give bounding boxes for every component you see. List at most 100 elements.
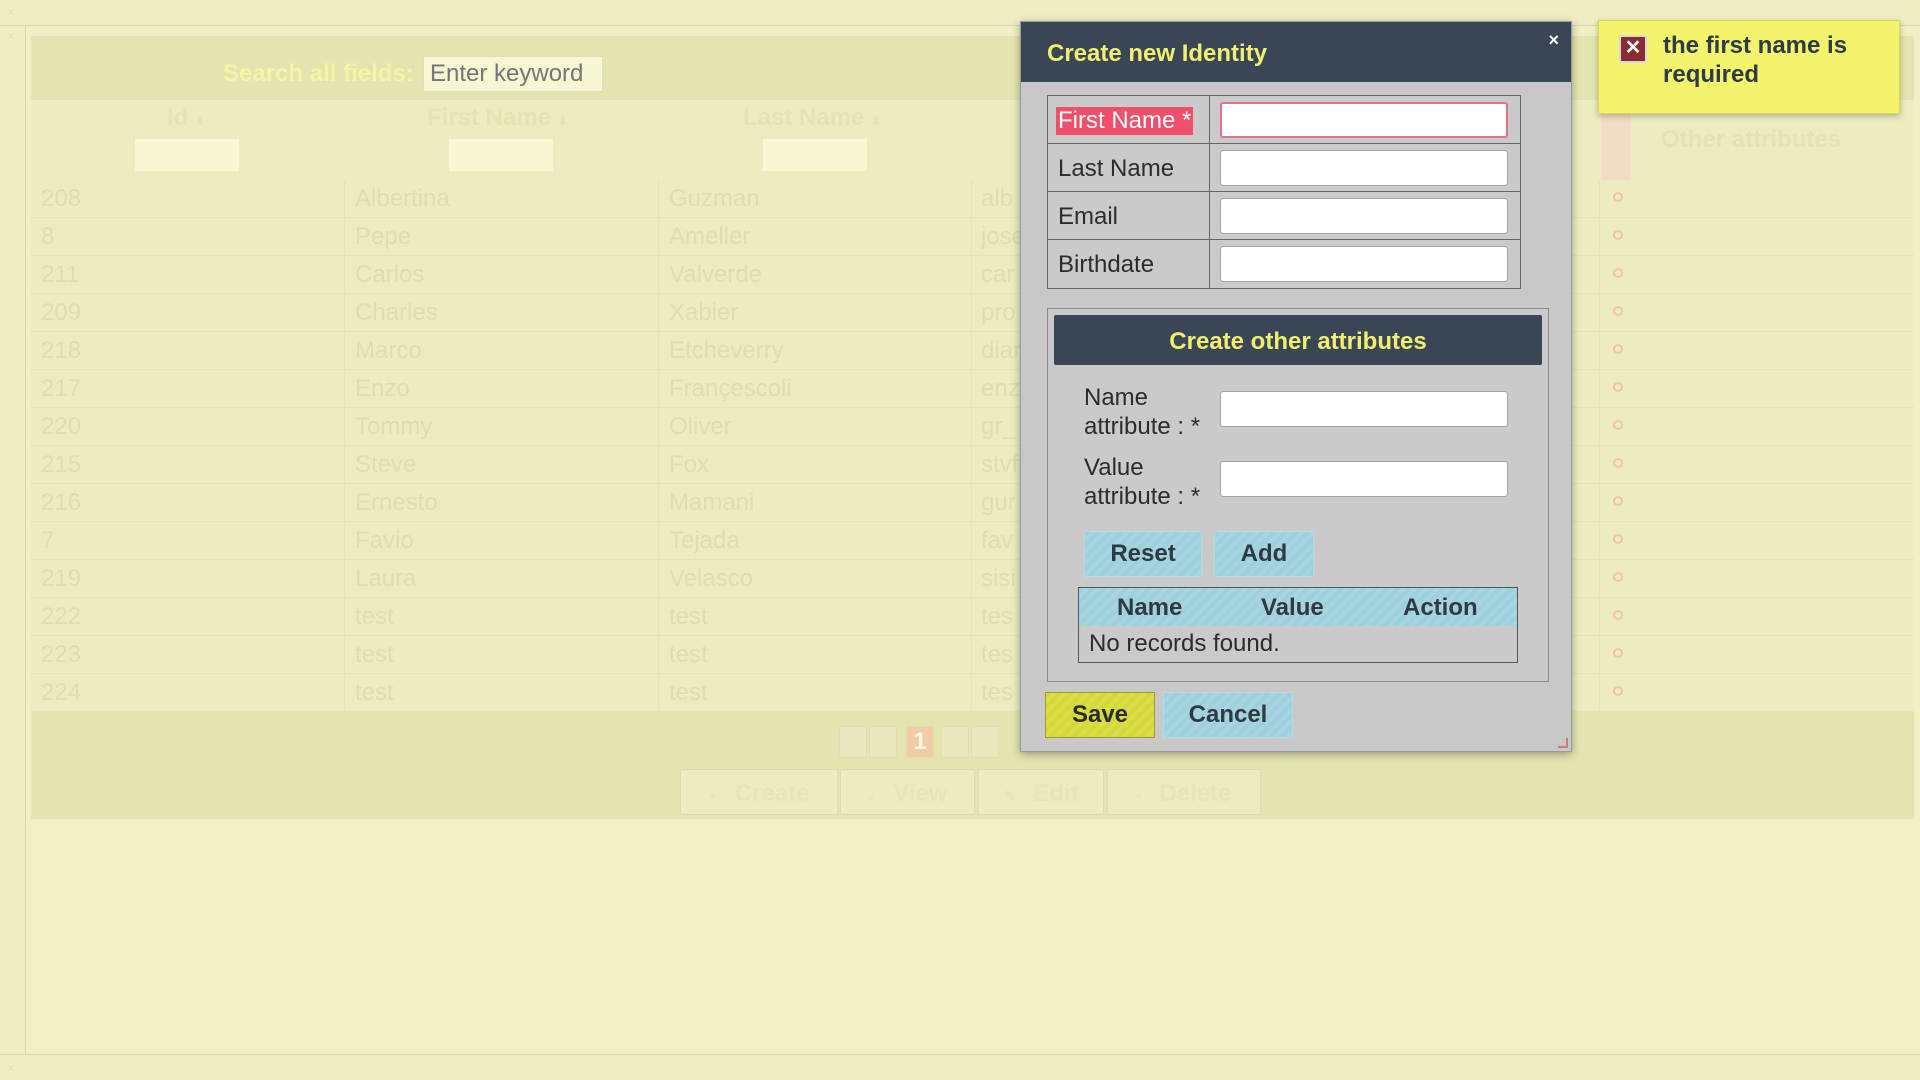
row-indicator-icon[interactable]	[1613, 268, 1623, 278]
cell-email: gur	[981, 489, 1016, 516]
table-row[interactable]: 8 Pepe Ameller jose	[31, 218, 1914, 256]
table-row[interactable]: 215 Steve Fox stvf	[31, 446, 1914, 484]
corner-marker-icon: ✕	[6, 7, 16, 19]
cell-email: gr_	[981, 413, 1016, 440]
dialog-titlebar[interactable]: Create new Identity ×	[1021, 22, 1571, 82]
first-name-input[interactable]	[1220, 102, 1508, 138]
row-indicator-icon[interactable]	[1613, 306, 1623, 316]
cell-first: test	[355, 603, 394, 630]
cell-id: 220	[41, 413, 82, 440]
row-indicator-icon[interactable]	[1613, 344, 1623, 354]
search-input[interactable]	[423, 56, 603, 92]
cell-last: Valverde	[669, 261, 762, 288]
table-row[interactable]: 218 Marco Etcheverry diar	[31, 332, 1914, 370]
last-page-button[interactable]	[971, 726, 999, 758]
error-x-icon[interactable]: ✕	[1619, 35, 1647, 63]
cell-first: Enzo	[355, 375, 410, 402]
row-indicator-icon[interactable]	[1613, 420, 1623, 430]
add-attribute-button[interactable]: Add	[1214, 531, 1314, 577]
cell-first: Albertina	[355, 185, 450, 212]
page-left-border	[0, 26, 26, 1054]
cell-email: enz	[981, 375, 1020, 402]
edit-button[interactable]: ✎ Edit	[978, 769, 1104, 815]
delete-button[interactable]: ▪ Delete	[1107, 769, 1261, 815]
view-button[interactable]: ⌕ View	[840, 769, 975, 815]
identity-form: First Name * Last Name Email Birthdate	[1047, 95, 1521, 289]
name-attribute-input[interactable]	[1220, 391, 1508, 427]
email-input[interactable]	[1220, 198, 1508, 234]
current-page-button[interactable]: 1	[906, 726, 934, 758]
table-row[interactable]: 222 test test tes	[31, 598, 1914, 636]
table-row[interactable]: 224 test test tes	[31, 674, 1914, 712]
cell-email: pro	[981, 299, 1016, 326]
cell-first: test	[355, 641, 394, 668]
birthdate-label: Birthdate	[1058, 251, 1155, 278]
table-row[interactable]: 7 Favio Tejada fav	[31, 522, 1914, 560]
cell-email: tes	[981, 641, 1014, 668]
row-indicator-icon[interactable]	[1613, 230, 1623, 240]
filter-input-last-name[interactable]	[762, 138, 868, 172]
resize-handle[interactable]	[1558, 738, 1568, 748]
save-button[interactable]: Save	[1045, 692, 1155, 738]
cell-id: 211	[41, 261, 80, 288]
column-header-id[interactable]: Id ⬍	[167, 104, 205, 132]
table-row[interactable]: 216 Ernesto Mamani gur	[31, 484, 1914, 522]
cell-id: 215	[41, 451, 82, 478]
reset-button[interactable]: Reset	[1084, 531, 1202, 577]
table-row[interactable]: 223 test test tes	[31, 636, 1914, 674]
dialog-title: Create new Identity	[1047, 40, 1268, 67]
table-row[interactable]: 219 Laura Velasco sisi	[31, 560, 1914, 598]
column-header-first-name[interactable]: First Name ⬍	[427, 104, 568, 132]
table-row[interactable]: 217 Enzo Françescoli enz	[31, 370, 1914, 408]
filter-input-first-name[interactable]	[448, 138, 554, 172]
cell-email: stvf	[981, 451, 1019, 478]
row-indicator-icon[interactable]	[1613, 648, 1623, 658]
row-indicator-icon[interactable]	[1613, 458, 1623, 468]
cell-last: Fox	[669, 451, 710, 478]
table-row[interactable]: 211 Carlos Valverde car	[31, 256, 1914, 294]
cell-id: 217	[41, 375, 82, 402]
create-button[interactable]: + Create	[680, 769, 838, 815]
column-header-other-attributes: Other attributes	[1661, 126, 1842, 153]
row-indicator-icon[interactable]	[1613, 686, 1623, 696]
row-indicator-icon[interactable]	[1613, 610, 1623, 620]
attributes-panel-title: Create other attributes	[1169, 328, 1427, 355]
attributes-header-name[interactable]: Name	[1117, 594, 1182, 622]
first-page-button[interactable]	[839, 726, 867, 758]
birthdate-input[interactable]	[1220, 246, 1508, 282]
row-indicator-icon[interactable]	[1613, 382, 1623, 392]
create-identity-dialog: Create new Identity × First Name * Last …	[1020, 21, 1572, 752]
table-row[interactable]: 209 Charles Xabier pro	[31, 294, 1914, 332]
table-row[interactable]: 220 Tommy Oliver gr_	[31, 408, 1914, 446]
cell-email: alb	[981, 185, 1014, 212]
filter-input-id[interactable]	[134, 138, 240, 172]
row-indicator-icon[interactable]	[1613, 192, 1623, 202]
cancel-button[interactable]: Cancel	[1163, 692, 1293, 738]
trash-icon: ▪	[1136, 788, 1142, 804]
attributes-table-header: Name Value Action	[1079, 588, 1517, 626]
attributes-header-action[interactable]: Action	[1403, 594, 1478, 622]
column-header-last-name[interactable]: Last Name ⬍	[743, 104, 881, 132]
cell-last: test	[669, 679, 708, 706]
attributes-header-value[interactable]: Value	[1261, 594, 1324, 622]
last-name-input[interactable]	[1220, 150, 1508, 186]
row-indicator-icon[interactable]	[1613, 534, 1623, 544]
cell-id: 223	[41, 641, 82, 668]
corner-marker-icon: ✕	[6, 31, 16, 43]
table-row[interactable]: 208 Albertina Guzman alb	[31, 180, 1914, 218]
row-indicator-icon[interactable]	[1613, 572, 1623, 582]
close-icon[interactable]: ×	[1548, 30, 1559, 51]
grid-rows: 208 Albertina Guzman alb 8 Pepe Ameller jose 211…	[31, 180, 1914, 712]
value-attribute-input[interactable]	[1220, 461, 1508, 497]
cell-last: Etcheverry	[669, 337, 784, 364]
attributes-empty-message: No records found.	[1089, 630, 1280, 657]
email-label: Email	[1058, 203, 1119, 230]
page-bottom-border	[0, 1054, 1920, 1080]
next-page-button[interactable]	[941, 726, 969, 758]
grid-footer: 1 + Create ⌕ View ✎ Edit ▪ Delete	[31, 711, 1914, 819]
notification-message: the first name is required	[1663, 32, 1848, 88]
row-indicator-icon[interactable]	[1613, 496, 1623, 506]
cell-first: Steve	[355, 451, 417, 478]
cell-last: Tejada	[669, 527, 740, 554]
prev-page-button[interactable]	[869, 726, 897, 758]
